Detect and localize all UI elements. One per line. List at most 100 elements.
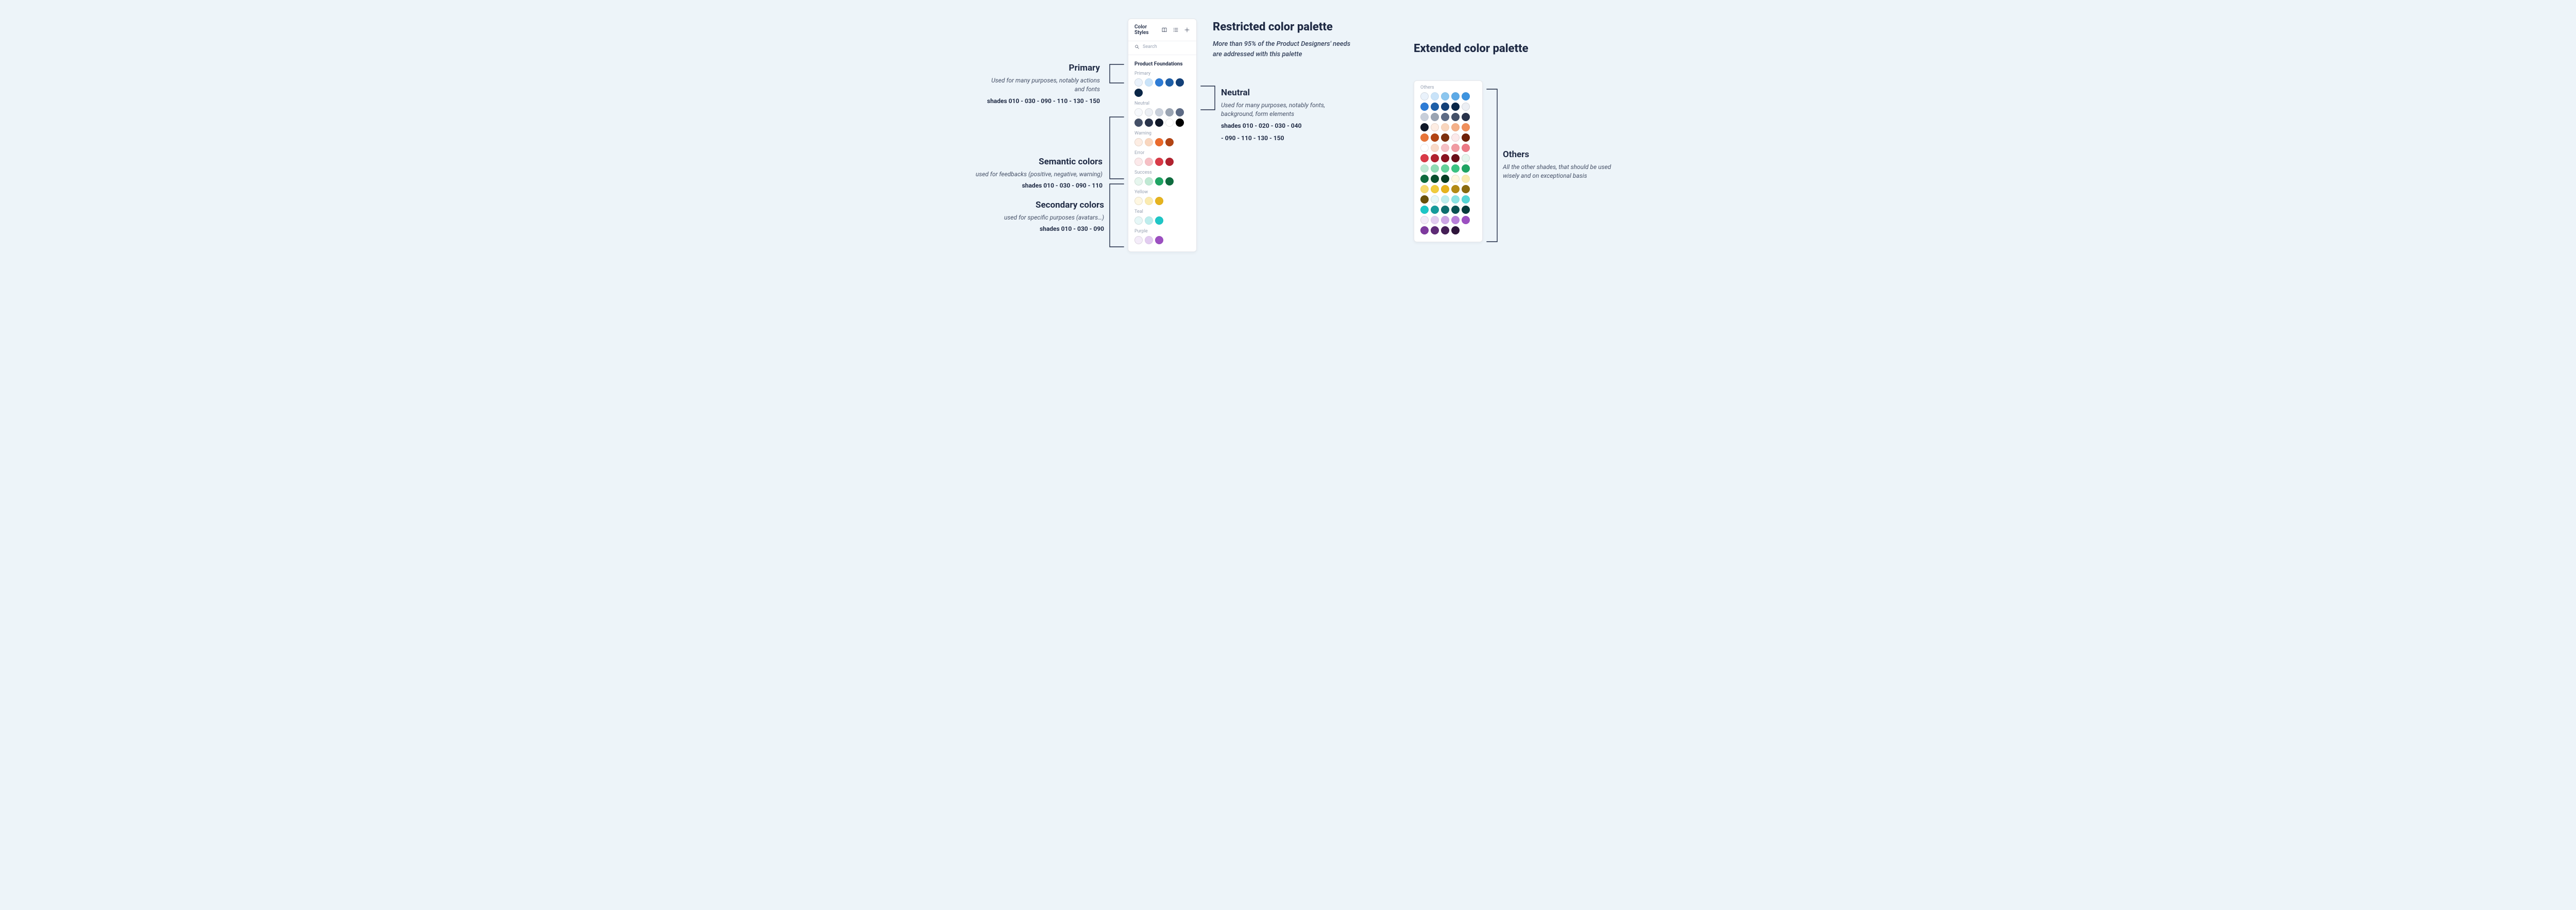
swatch[interactable] — [1145, 108, 1153, 116]
swatch[interactable] — [1462, 175, 1470, 183]
swatch[interactable] — [1155, 119, 1163, 127]
swatch[interactable] — [1145, 197, 1153, 205]
swatch[interactable] — [1134, 108, 1143, 116]
swatch[interactable] — [1176, 119, 1184, 127]
swatch[interactable] — [1462, 92, 1470, 100]
swatch[interactable] — [1451, 185, 1460, 193]
swatch[interactable] — [1420, 206, 1429, 214]
swatch[interactable] — [1155, 197, 1163, 205]
swatch[interactable] — [1441, 226, 1449, 234]
swatch[interactable] — [1420, 164, 1429, 173]
swatch[interactable] — [1431, 164, 1439, 173]
swatch[interactable] — [1134, 158, 1143, 166]
swatch[interactable] — [1155, 216, 1163, 225]
swatch[interactable] — [1441, 216, 1449, 224]
swatch[interactable] — [1176, 78, 1184, 87]
swatch[interactable] — [1155, 108, 1163, 116]
swatch[interactable] — [1462, 133, 1470, 142]
swatch[interactable] — [1134, 89, 1143, 97]
swatch[interactable] — [1441, 133, 1449, 142]
swatch[interactable] — [1441, 154, 1449, 162]
swatch[interactable] — [1451, 133, 1460, 142]
swatch[interactable] — [1420, 113, 1429, 121]
swatch[interactable] — [1134, 197, 1143, 205]
swatch[interactable] — [1431, 226, 1439, 234]
swatch[interactable] — [1420, 144, 1429, 152]
swatch[interactable] — [1420, 133, 1429, 142]
swatch[interactable] — [1441, 123, 1449, 131]
swatch[interactable] — [1165, 138, 1174, 146]
swatch[interactable] — [1441, 144, 1449, 152]
swatch[interactable] — [1451, 123, 1460, 131]
swatch[interactable] — [1155, 138, 1163, 146]
swatch[interactable] — [1431, 154, 1439, 162]
swatch[interactable] — [1420, 92, 1429, 100]
swatch[interactable] — [1451, 195, 1460, 204]
swatch[interactable] — [1420, 185, 1429, 193]
swatch[interactable] — [1441, 164, 1449, 173]
swatch[interactable] — [1462, 123, 1470, 131]
swatch[interactable] — [1145, 177, 1153, 186]
swatch[interactable] — [1165, 78, 1174, 87]
swatch[interactable] — [1451, 154, 1460, 162]
swatch[interactable] — [1441, 113, 1449, 121]
swatch[interactable] — [1451, 175, 1460, 183]
swatch[interactable] — [1420, 103, 1429, 111]
swatch[interactable] — [1431, 206, 1439, 214]
swatch[interactable] — [1451, 206, 1460, 214]
swatch[interactable] — [1441, 103, 1449, 111]
swatch[interactable] — [1134, 119, 1143, 127]
swatch[interactable] — [1431, 113, 1439, 121]
swatch[interactable] — [1462, 195, 1470, 204]
swatch[interactable] — [1155, 158, 1163, 166]
swatch[interactable] — [1451, 92, 1460, 100]
swatch[interactable] — [1431, 123, 1439, 131]
swatch[interactable] — [1431, 144, 1439, 152]
swatch[interactable] — [1462, 216, 1470, 224]
swatch[interactable] — [1431, 216, 1439, 224]
swatch[interactable] — [1451, 164, 1460, 173]
swatch[interactable] — [1451, 144, 1460, 152]
swatch[interactable] — [1431, 185, 1439, 193]
swatch[interactable] — [1451, 103, 1460, 111]
swatch[interactable] — [1165, 158, 1174, 166]
swatch[interactable] — [1431, 133, 1439, 142]
swatch[interactable] — [1134, 216, 1143, 225]
swatch[interactable] — [1145, 236, 1153, 244]
swatch[interactable] — [1462, 103, 1470, 111]
swatch[interactable] — [1431, 92, 1439, 100]
swatch[interactable] — [1441, 175, 1449, 183]
swatch[interactable] — [1145, 78, 1153, 87]
swatch[interactable] — [1431, 195, 1439, 204]
swatch[interactable] — [1155, 236, 1163, 244]
swatch[interactable] — [1451, 216, 1460, 224]
swatch[interactable] — [1451, 113, 1460, 121]
swatch[interactable] — [1176, 108, 1184, 116]
swatch[interactable] — [1155, 78, 1163, 87]
swatch[interactable] — [1145, 158, 1153, 166]
swatch[interactable] — [1134, 177, 1143, 186]
swatch[interactable] — [1420, 175, 1429, 183]
swatch[interactable] — [1441, 206, 1449, 214]
panel-search[interactable]: Search — [1128, 41, 1196, 55]
swatch[interactable] — [1145, 216, 1153, 225]
list-icon[interactable] — [1173, 27, 1179, 33]
swatch[interactable] — [1134, 138, 1143, 146]
swatch[interactable] — [1451, 226, 1460, 234]
swatch[interactable] — [1420, 154, 1429, 162]
swatch[interactable] — [1462, 185, 1470, 193]
swatch[interactable] — [1441, 185, 1449, 193]
swatch[interactable] — [1134, 78, 1143, 87]
swatch[interactable] — [1431, 103, 1439, 111]
swatch[interactable] — [1462, 113, 1470, 121]
swatch[interactable] — [1420, 195, 1429, 204]
swatch[interactable] — [1441, 195, 1449, 204]
swatch[interactable] — [1462, 164, 1470, 173]
swatch[interactable] — [1420, 226, 1429, 234]
swatch[interactable] — [1165, 108, 1174, 116]
swatch[interactable] — [1145, 138, 1153, 146]
swatch[interactable] — [1462, 144, 1470, 152]
swatch[interactable] — [1431, 175, 1439, 183]
plus-icon[interactable] — [1184, 27, 1190, 33]
swatch[interactable] — [1134, 236, 1143, 244]
